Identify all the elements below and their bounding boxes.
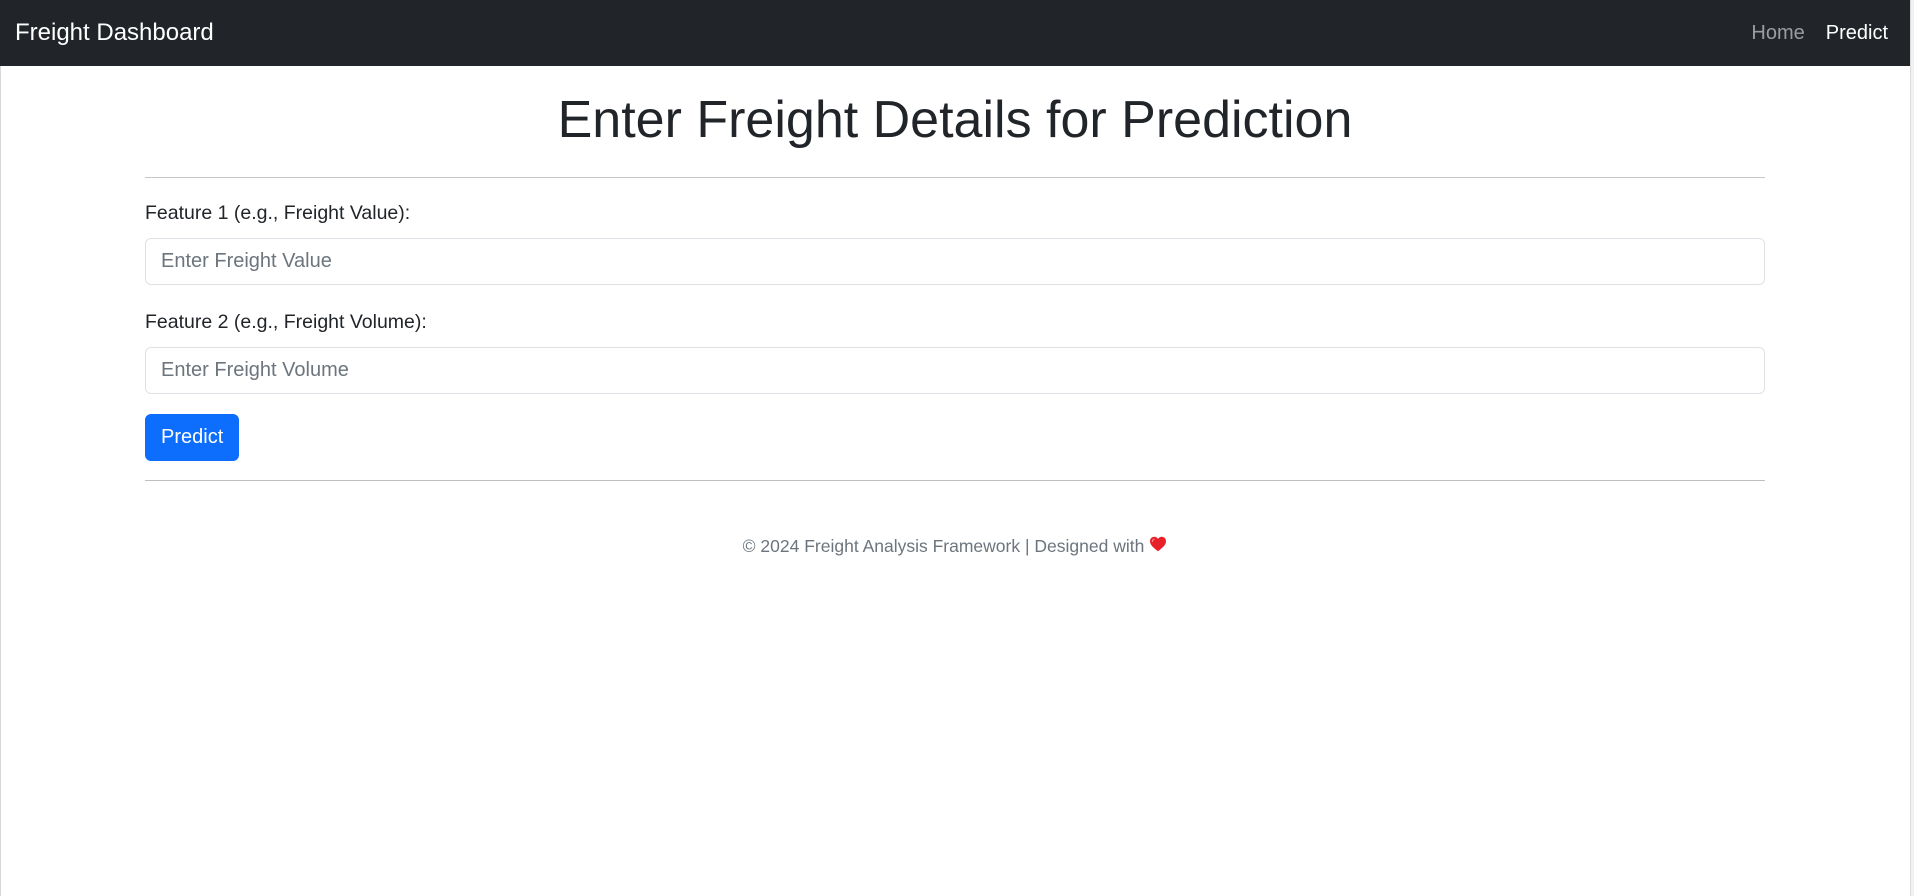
freight-value-input[interactable]: [145, 238, 1765, 285]
page-left-border: [0, 66, 1, 896]
title-divider: [145, 177, 1765, 178]
main-container: Enter Freight Details for Prediction Fea…: [145, 66, 1765, 558]
nav-links: Home Predict: [1751, 22, 1888, 45]
nav-link-home[interactable]: Home: [1751, 22, 1804, 45]
prediction-form: Feature 1 (e.g., Freight Value): Feature…: [145, 202, 1765, 461]
scrollbar-track[interactable]: [1910, 0, 1914, 896]
nav-link-predict[interactable]: Predict: [1826, 22, 1888, 45]
page-title: Enter Freight Details for Prediction: [557, 91, 1353, 149]
page: Freight Dashboard Home Predict Enter Fre…: [0, 0, 1914, 896]
freight-volume-input[interactable]: [145, 347, 1765, 394]
predict-button[interactable]: Predict: [145, 414, 240, 461]
feature2-label: Feature 2 (e.g., Freight Volume):: [145, 311, 427, 333]
navbar: Freight Dashboard Home Predict: [0, 0, 1910, 66]
navbar-brand[interactable]: Freight Dashboard: [15, 19, 214, 47]
feature1-label: Feature 1 (e.g., Freight Value):: [145, 202, 411, 224]
footer: © 2024 Freight Analysis Framework | Desi…: [145, 534, 1765, 558]
footer-text: © 2024 Freight Analysis Framework | Desi…: [742, 536, 1145, 556]
heart-icon: [1149, 534, 1167, 558]
footer-divider: [145, 480, 1765, 481]
